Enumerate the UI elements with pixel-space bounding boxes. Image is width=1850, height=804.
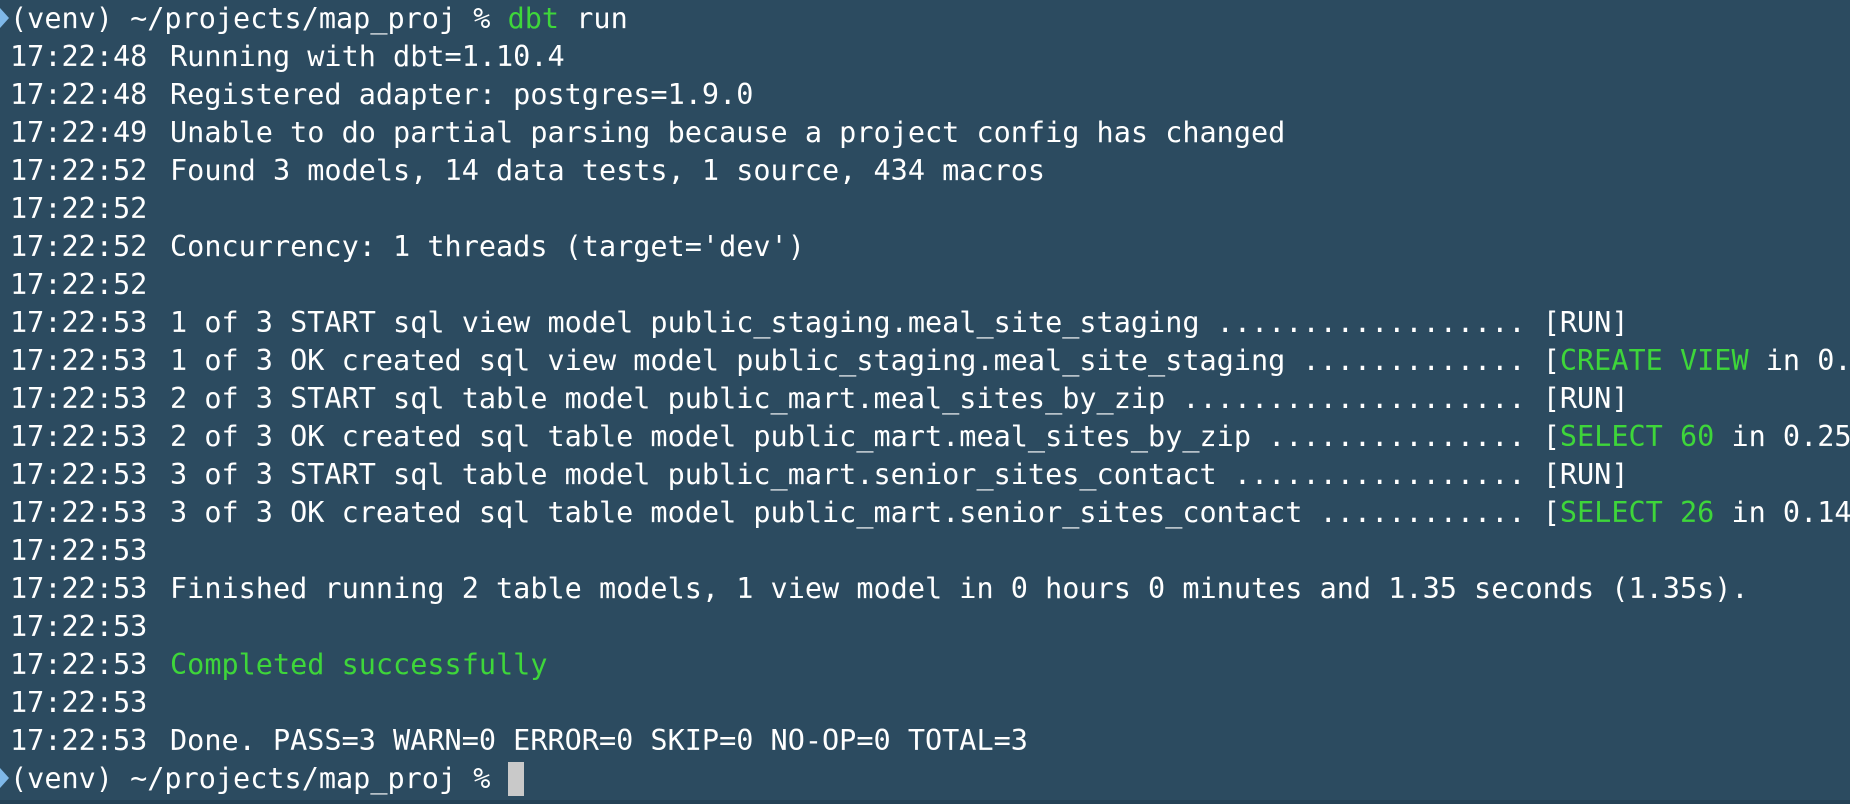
status-detail: in 0.25s: [1731, 420, 1850, 453]
status-bracket-open: [: [1542, 382, 1560, 415]
status-result: SELECT 60: [1559, 420, 1715, 453]
command-prompt-line: (venv) ~/projects/map_proj % dbt run: [0, 0, 1850, 38]
status-bracket-close: ]: [1611, 382, 1629, 415]
log-message: Registered adapter: postgres=1.9.0: [170, 78, 754, 111]
log-line: 17:22:52 Found 3 models, 14 data tests, 1…: [0, 152, 1850, 190]
log-timestamp: 17:22:53: [10, 648, 148, 681]
log-line: 17:22:49 Unable to do partial parsing bec…: [0, 114, 1850, 152]
log-line-model-status: 17:22:53 1 of 3 OK created sql view model…: [0, 342, 1850, 380]
status-bracket-open: [: [1542, 306, 1560, 339]
log-line-model-status: 17:22:53 3 of 3 START sql table model pub…: [0, 456, 1850, 494]
success-message: Completed successfully: [170, 648, 548, 681]
log-timestamp: 17:22:52: [10, 268, 148, 301]
log-timestamp: 17:22:49: [10, 116, 148, 149]
status-bracket-open: [: [1542, 496, 1560, 529]
log-timestamp: 17:22:53: [10, 420, 148, 453]
log-timestamp: 17:22:53: [10, 458, 148, 491]
log-message: 1 of 3 START sql view model public_stagi…: [170, 306, 1543, 339]
log-message: 2 of 3 START sql table model public_mart…: [170, 382, 1543, 415]
prompt-marker-icon: [0, 768, 9, 788]
log-timestamp: 17:22:53: [10, 496, 148, 529]
log-line: 17:22:53: [0, 608, 1850, 646]
prompt-text: (venv) ~/projects/map_proj %: [10, 2, 508, 35]
status-result: SELECT 26: [1559, 496, 1715, 529]
log-message: Found 3 models, 14 data tests, 1 source,…: [170, 154, 1046, 187]
status-bracket-open: [: [1542, 458, 1560, 491]
log-timestamp: 17:22:48: [10, 78, 148, 111]
log-line: 17:22:52 Concurrency: 1 threads (target='…: [0, 228, 1850, 266]
log-message: 3 of 3 START sql table model public_mart…: [170, 458, 1543, 491]
run-summary: Done. PASS=3 WARN=0 ERROR=0 SKIP=0 NO-OP…: [170, 724, 1028, 757]
status-bracket-close: ]: [1611, 458, 1629, 491]
prompt-marker-icon: [0, 8, 9, 28]
log-timestamp: 17:22:52: [10, 154, 148, 187]
log-timestamp: 17:22:48: [10, 40, 148, 73]
log-line: 17:22:48 Running with dbt=1.10.4: [0, 38, 1850, 76]
command-args: run: [559, 2, 628, 35]
status-bracket-open: [: [1542, 420, 1560, 453]
log-line: 17:22:52: [0, 266, 1850, 304]
active-prompt-line[interactable]: (venv) ~/projects/map_proj %: [0, 760, 1850, 798]
log-line: 17:22:52: [0, 190, 1850, 228]
log-line-model-status: 17:22:53 1 of 3 START sql view model publ…: [0, 304, 1850, 342]
log-line-model-status: 17:22:53 2 of 3 OK created sql table mode…: [0, 418, 1850, 456]
status-bracket-open: [: [1542, 344, 1560, 377]
log-message: 1 of 3 OK created sql view model public_…: [170, 344, 1543, 377]
log-message: 2 of 3 OK created sql table model public…: [170, 420, 1543, 453]
log-message: 3 of 3 OK created sql table model public…: [170, 496, 1543, 529]
log-timestamp: 17:22:53: [10, 686, 148, 719]
log-line: 17:22:53 Finished running 2 table models,…: [0, 570, 1850, 608]
log-timestamp: 17:22:53: [10, 534, 148, 567]
log-line-success: 17:22:53 Completed successfully: [0, 646, 1850, 684]
log-timestamp: 17:22:53: [10, 572, 148, 605]
log-line-model-status: 17:22:53 2 of 3 START sql table model pub…: [0, 380, 1850, 418]
log-message: Running with dbt=1.10.4: [170, 40, 565, 73]
status-detail: RUN: [1559, 458, 1612, 491]
status-detail: in 0.28s: [1765, 344, 1850, 377]
log-timestamp: 17:22:52: [10, 230, 148, 263]
status-detail: RUN: [1559, 306, 1612, 339]
log-line: 17:22:53: [0, 532, 1850, 570]
log-line: 17:22:53: [0, 684, 1850, 722]
prompt-text: (venv) ~/projects/map_proj %: [10, 762, 508, 795]
terminal-window[interactable]: (venv) ~/projects/map_proj % dbt run 17:…: [0, 0, 1850, 804]
command-tool: dbt: [507, 2, 560, 35]
log-message: Finished running 2 table models, 1 view …: [170, 572, 1749, 605]
status-result: CREATE VIEW: [1559, 344, 1749, 377]
log-message: Unable to do partial parsing because a p…: [170, 116, 1286, 149]
log-line-model-status: 17:22:53 3 of 3 OK created sql table mode…: [0, 494, 1850, 532]
log-timestamp: 17:22:53: [10, 382, 148, 415]
log-timestamp: 17:22:52: [10, 192, 148, 225]
text-cursor[interactable]: [507, 762, 524, 796]
log-timestamp: 17:22:53: [10, 610, 148, 643]
log-message: Concurrency: 1 threads (target='dev'): [170, 230, 805, 263]
log-timestamp: 17:22:53: [10, 306, 148, 339]
status-detail: RUN: [1559, 382, 1612, 415]
log-line: 17:22:48 Registered adapter: postgres=1.9…: [0, 76, 1850, 114]
terminal-bottom-edge: [0, 800, 1850, 804]
log-line-summary: 17:22:53 Done. PASS=3 WARN=0 ERROR=0 SKIP…: [0, 722, 1850, 760]
status-detail: in 0.14s: [1731, 496, 1850, 529]
status-bracket-close: ]: [1611, 306, 1629, 339]
log-timestamp: 17:22:53: [10, 344, 148, 377]
log-timestamp: 17:22:53: [10, 724, 148, 757]
